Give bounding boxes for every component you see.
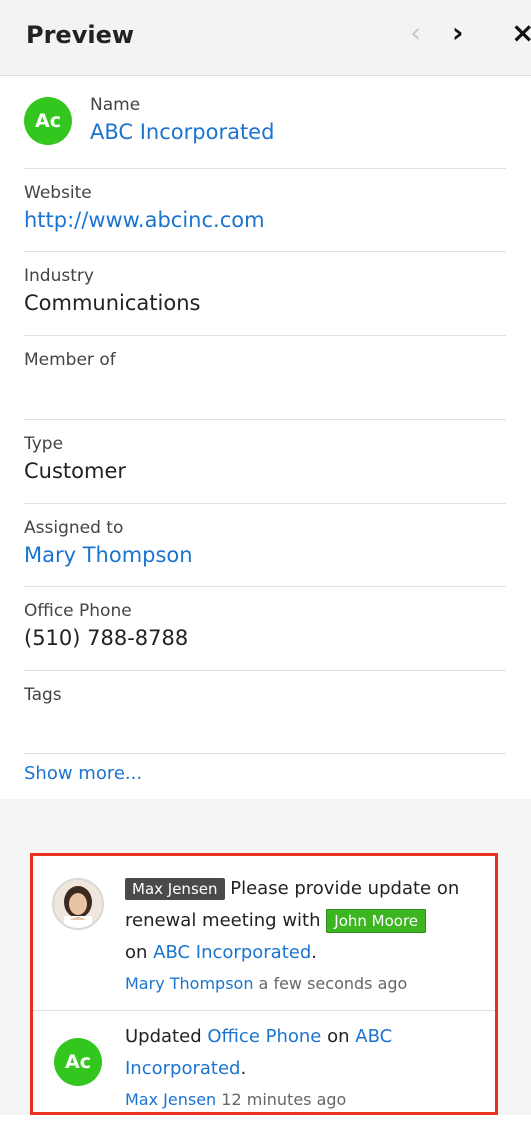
period-text: . bbox=[240, 1058, 247, 1079]
user-avatar bbox=[52, 878, 104, 930]
author-link[interactable]: Mary Thompson bbox=[125, 974, 253, 993]
name-value-link[interactable]: ABC Incorporated bbox=[90, 118, 274, 146]
assigned-to-label: Assigned to bbox=[24, 518, 124, 538]
member-of-field: Member of bbox=[24, 336, 506, 420]
comment-on-text: on bbox=[125, 942, 148, 963]
mention-tag[interactable]: John Moore bbox=[326, 909, 427, 933]
update-text: Updated bbox=[125, 1026, 202, 1047]
industry-field: Industry Communications bbox=[24, 252, 506, 336]
office-phone-value: (510) 788-8788 bbox=[24, 626, 189, 650]
industry-value: Communications bbox=[24, 291, 201, 315]
office-phone-field: Office Phone (510) 788-8788 bbox=[24, 587, 506, 671]
timestamp: 12 minutes ago bbox=[221, 1090, 347, 1109]
next-chevron-icon[interactable]: › bbox=[452, 16, 464, 50]
show-more-link[interactable]: Show more... bbox=[24, 763, 142, 784]
activity-meta: Max Jensen 12 minutes ago bbox=[125, 1085, 475, 1115]
timestamp: a few seconds ago bbox=[258, 974, 408, 993]
type-field: Type Customer bbox=[24, 420, 506, 504]
account-avatar: Ac bbox=[24, 97, 72, 145]
activity-item: Max Jensen Please provide update on rene… bbox=[33, 856, 495, 1010]
website-label: Website bbox=[24, 183, 92, 203]
assigned-to-link[interactable]: Mary Thompson bbox=[24, 541, 506, 569]
activity-item: Ac Updated Office Phone on ABC Incorpora… bbox=[33, 1011, 495, 1121]
preview-title: Preview bbox=[26, 21, 135, 49]
assigned-to-field: Assigned to Mary Thompson bbox=[24, 504, 506, 587]
mention-tag[interactable]: Max Jensen bbox=[125, 878, 225, 900]
member-of-label: Member of bbox=[24, 350, 116, 370]
account-avatar: Ac bbox=[54, 1038, 102, 1086]
activity-update: Updated Office Phone on ABC Incorporated… bbox=[125, 1021, 475, 1115]
type-label: Type bbox=[24, 434, 64, 454]
update-on-text: on bbox=[327, 1026, 350, 1047]
preview-header: Preview ‹ › × bbox=[0, 0, 531, 76]
activity-meta: Mary Thompson a few seconds ago bbox=[125, 969, 475, 999]
tags-field: Tags bbox=[24, 671, 506, 754]
name-label: Name bbox=[90, 95, 141, 115]
field-link[interactable]: Office Phone bbox=[207, 1026, 321, 1047]
website-field: Website http://www.abcinc.com bbox=[24, 169, 506, 252]
office-phone-label: Office Phone bbox=[24, 601, 132, 621]
record-preview-panel: Ac Name ABC Incorporated Website http://… bbox=[0, 77, 531, 799]
activity-comment: Max Jensen Please provide update on rene… bbox=[125, 873, 475, 999]
previous-chevron-icon[interactable]: ‹ bbox=[410, 16, 421, 50]
industry-label: Industry bbox=[24, 266, 94, 286]
author-link[interactable]: Max Jensen bbox=[125, 1090, 216, 1109]
period-text: . bbox=[311, 942, 317, 963]
name-field: Ac Name ABC Incorporated bbox=[24, 77, 506, 169]
tags-label: Tags bbox=[24, 685, 62, 705]
record-link[interactable]: ABC Incorporated bbox=[153, 942, 311, 963]
activity-stream: Max Jensen Please provide update on rene… bbox=[30, 853, 498, 1115]
website-link[interactable]: http://www.abcinc.com bbox=[24, 206, 506, 234]
type-value: Customer bbox=[24, 459, 127, 483]
close-icon[interactable]: × bbox=[511, 16, 531, 50]
